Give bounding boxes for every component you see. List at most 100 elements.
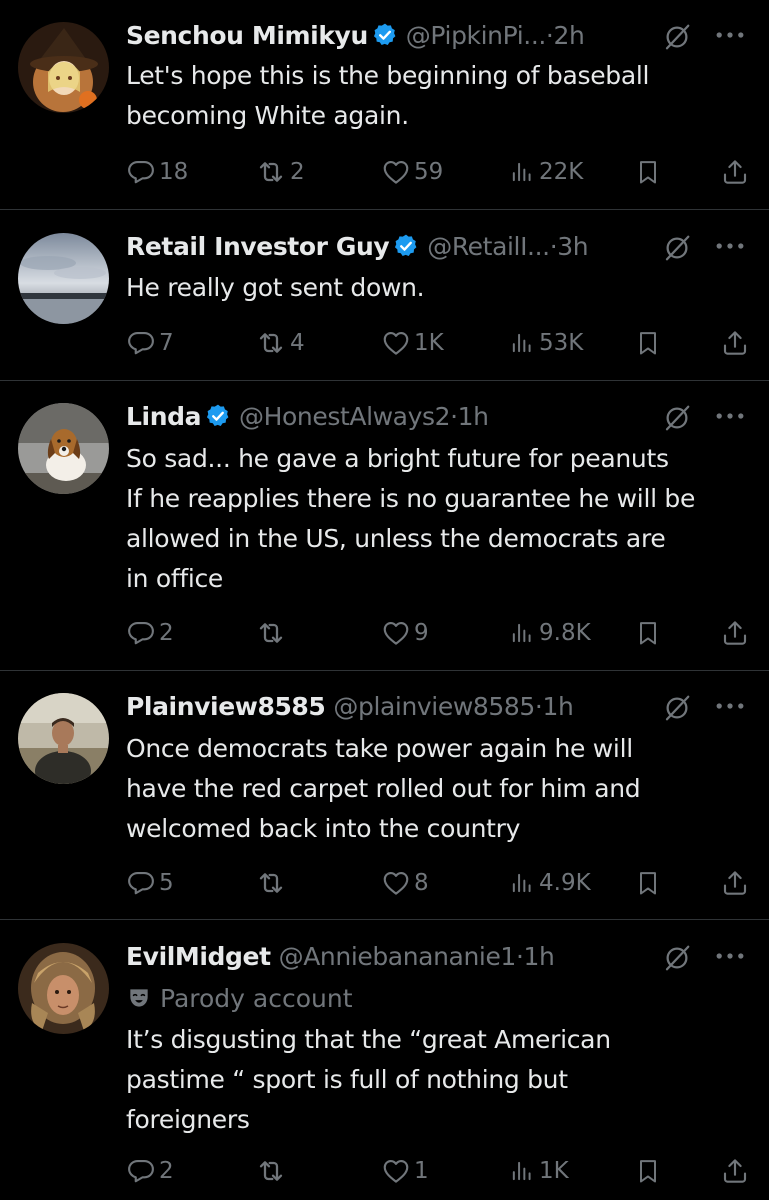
share-button[interactable] [720,154,750,190]
like-count: 1K [414,330,444,356]
reply-button[interactable]: 18 [126,154,188,190]
tweet-text-line: He really got sent down. [126,273,425,302]
bookmark-button[interactable] [634,154,662,190]
tweet-text-line: allowed in the US, unless the democrats … [126,524,666,553]
author-handle[interactable]: @HonestAlways2 [239,402,450,431]
avatar[interactable] [18,233,109,324]
repost-button[interactable] [255,1153,290,1189]
grok-icon[interactable] [662,233,692,263]
timestamp[interactable]: 3h [557,232,588,261]
repost-button[interactable] [255,865,290,901]
verified-badge-icon [372,22,398,48]
repost-button[interactable]: 2 [255,154,305,190]
author-handle[interactable]: @PipkinPi... [406,21,547,50]
views-button[interactable]: 53K [508,325,583,361]
grok-icon[interactable] [662,943,692,973]
repost-count: 2 [290,159,305,185]
avatar[interactable] [18,943,109,1034]
more-options-icon[interactable] [712,941,748,971]
timestamp[interactable]: 2h [553,21,584,50]
parody-account-label: Parody account [126,979,353,1019]
share-button[interactable] [720,865,750,901]
author-name[interactable]: EvilMidget [126,942,271,971]
author-name[interactable]: Retail Investor Guy [126,232,390,261]
bookmark-button[interactable] [634,325,662,361]
reply-button[interactable]: 7 [126,325,174,361]
like-button[interactable]: 1K [381,325,444,361]
share-icon [720,1156,750,1186]
heart-icon [381,328,411,358]
view-count: 9.8K [539,620,591,646]
repost-icon [255,617,287,649]
tweet-text: Let's hope this is the beginning of base… [126,56,756,136]
action-bar: 7 4 1K 53K [0,325,769,361]
grok-icon[interactable] [662,22,692,52]
share-button[interactable] [720,1153,750,1189]
views-button[interactable]: 9.8K [508,615,591,651]
share-button[interactable] [720,615,750,651]
bookmark-button[interactable] [634,865,662,901]
tweet[interactable]: Senchou Mimikyu @PipkinPi...·2h Let's ho… [0,0,769,210]
tweet-text-line: If he reapplies there is no guarantee he… [126,484,696,513]
reply-button[interactable]: 5 [126,865,174,901]
views-button[interactable]: 1K [508,1153,569,1189]
author-name[interactable]: Plainview8585 [126,692,326,721]
heart-icon [381,157,411,187]
more-options-icon[interactable] [712,231,748,261]
author-name[interactable]: Senchou Mimikyu [126,21,368,50]
view-count: 1K [539,1158,569,1184]
tweet-text: He really got sent down. [126,268,756,308]
repost-button[interactable]: 4 [255,325,305,361]
author-name[interactable]: Linda [126,402,201,431]
more-options-icon[interactable] [712,20,748,50]
grok-icon[interactable] [662,403,692,433]
share-icon [720,868,750,898]
views-chart-icon [508,869,536,897]
author-handle[interactable]: @plainview8585 [333,692,535,721]
views-button[interactable]: 22K [508,154,583,190]
bookmark-button[interactable] [634,615,662,651]
tweet[interactable]: EvilMidget @Anniebanananie1·1h Parody ac… [0,919,769,1200]
author-handle[interactable]: @Anniebanananie1 [279,942,517,971]
avatar[interactable] [18,693,109,784]
avatar[interactable] [18,403,109,494]
reply-button[interactable]: 2 [126,1153,174,1189]
tweet-text-line: pastime “ sport is full of nothing but [126,1065,568,1094]
timestamp[interactable]: 1h [524,942,555,971]
like-button[interactable]: 9 [381,615,429,651]
more-options-icon[interactable] [712,401,748,431]
reply-button[interactable]: 2 [126,615,174,651]
bookmark-button[interactable] [634,1153,662,1189]
views-chart-icon [508,619,536,647]
parody-label-text: Parody account [160,984,353,1013]
views-chart-icon [508,158,536,186]
more-options-icon[interactable] [712,691,748,721]
like-button[interactable]: 1 [381,1153,429,1189]
repost-count: 4 [290,330,305,356]
timestamp[interactable]: 1h [458,402,489,431]
repost-icon [255,327,287,359]
views-button[interactable]: 4.9K [508,865,591,901]
share-button[interactable] [720,325,750,361]
tweet-text-line: foreigners [126,1105,250,1134]
grok-icon[interactable] [662,693,692,723]
tweet[interactable]: Linda @HonestAlways2·1h So sad... he gav… [0,380,769,671]
timestamp[interactable]: 1h [542,692,573,721]
verified-badge-icon [205,403,231,429]
repost-icon [255,1155,287,1187]
like-button[interactable]: 59 [381,154,443,190]
author-handle[interactable]: @RetailI... [427,232,550,261]
reply-count: 2 [159,1158,174,1184]
repost-button[interactable] [255,615,290,651]
avatar[interactable] [18,22,109,113]
share-icon [720,618,750,648]
reply-icon [126,618,156,648]
like-count: 9 [414,620,429,646]
tweet[interactable]: Retail Investor Guy @RetailI...·3h He re… [0,209,769,381]
bookmark-icon [634,158,662,186]
reply-count: 2 [159,620,174,646]
action-bar: 18 2 59 22K [0,154,769,190]
like-button[interactable]: 8 [381,865,429,901]
tweet[interactable]: Plainview8585 @plainview8585·1h Once dem… [0,670,769,920]
heart-icon [381,868,411,898]
